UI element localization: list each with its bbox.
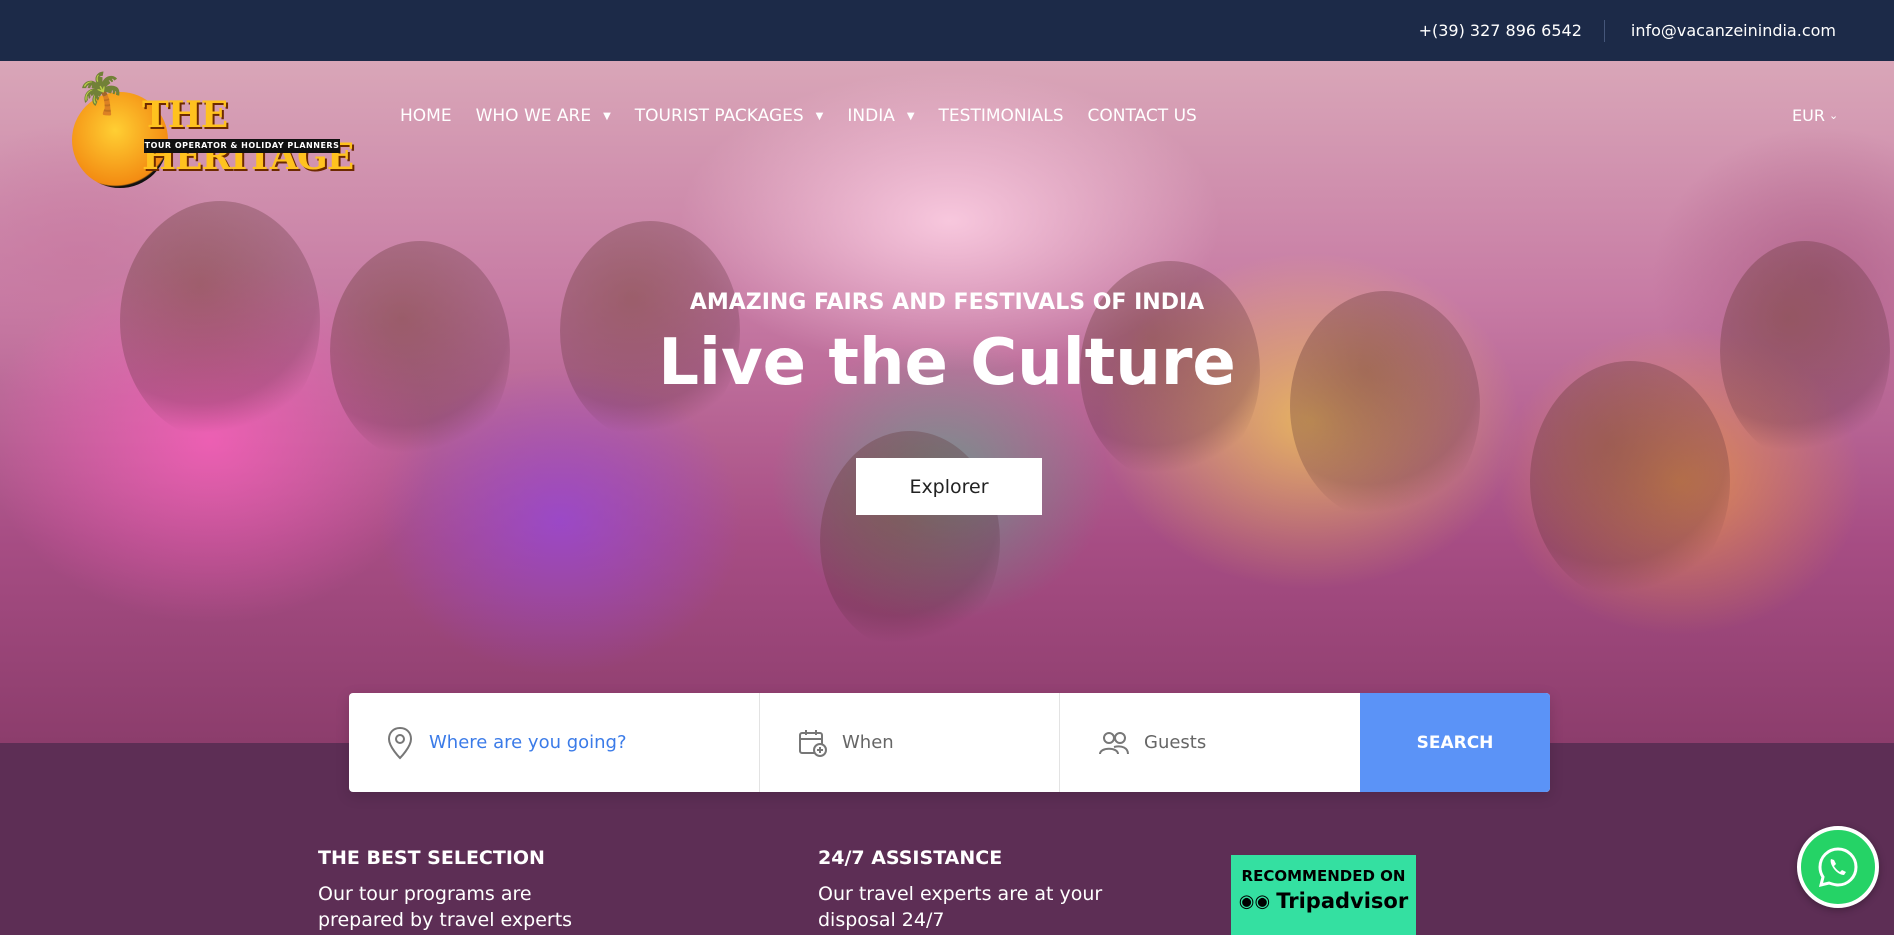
guests-field[interactable]: Guests	[1060, 693, 1360, 792]
nav-item-label: INDIA	[847, 106, 895, 126]
feature-title: 24/7 ASSISTANCE	[818, 847, 1003, 869]
logo-tagline: TOUR OPERATOR & HOLIDAY PLANNERS	[144, 139, 340, 153]
nav-item-home[interactable]: HOME	[400, 106, 452, 126]
currency-selector[interactable]: EUR ⌄	[1792, 106, 1838, 125]
feature-assistance: 24/7 ASSISTANCE Our travel experts are a…	[818, 847, 1108, 933]
tripadvisor-name: Tripadvisor	[1276, 889, 1409, 913]
main-nav: HOME WHO WE ARE ▼ TOURIST PACKAGES ▼ IND…	[400, 106, 1221, 126]
feature-text: Our tour programs are prepared by travel…	[318, 883, 573, 931]
destination-field[interactable]	[349, 693, 760, 792]
caret-down-icon: ▼	[815, 110, 824, 122]
top-bar: +(39) 327 896 6542 info@vacanzeinindia.c…	[0, 0, 1894, 61]
hero-headline: Live the Culture	[658, 326, 1236, 400]
palm-tree-icon: 🌴	[76, 71, 126, 117]
hero-kicker: AMAZING FAIRS AND FESTIVALS OF INDIA	[689, 290, 1205, 315]
nav-item-label: TOURIST PACKAGES	[634, 106, 804, 126]
users-icon	[1099, 731, 1129, 754]
map-pin-icon	[387, 726, 413, 759]
feature-text: Our travel experts are at your disposal …	[818, 883, 1103, 931]
tripadvisor-owl-icon: ◉◉	[1238, 890, 1271, 912]
explore-button[interactable]: Explorer	[856, 458, 1042, 515]
destination-input[interactable]	[427, 731, 731, 754]
divider	[1603, 19, 1605, 42]
phone-link[interactable]: +(39) 327 896 6542	[1419, 21, 1582, 40]
feature-title: THE BEST SELECTION	[318, 847, 545, 869]
nav-item-who-we-are[interactable]: WHO WE ARE ▼	[476, 106, 611, 126]
nav-item-tourist-packages[interactable]: TOURIST PACKAGES ▼	[635, 106, 824, 126]
date-label: When	[842, 732, 894, 753]
tripadvisor-recommended: RECOMMENDED ON	[1241, 867, 1406, 885]
search-button[interactable]: SEARCH	[1360, 693, 1550, 792]
nav-item-label: TESTIMONIALS	[938, 106, 1064, 126]
chevron-down-icon: ⌄	[1828, 109, 1839, 122]
site-logo[interactable]: 🌴 THE HERITAGE TOUR OPERATOR & HOLIDAY P…	[70, 66, 354, 188]
whatsapp-button[interactable]	[1797, 826, 1879, 908]
whatsapp-icon	[1818, 847, 1858, 888]
calendar-add-icon	[799, 729, 827, 757]
caret-down-icon: ▼	[603, 110, 611, 122]
date-field[interactable]: When	[760, 693, 1060, 792]
caret-down-icon: ▼	[906, 110, 915, 122]
search-bar: When Guests SEARCH	[349, 693, 1550, 792]
tripadvisor-brand: ◉◉ Tripadvisor	[1231, 889, 1416, 913]
tripadvisor-badge[interactable]: RECOMMENDED ON ◉◉ Tripadvisor	[1231, 855, 1416, 935]
email-link[interactable]: info@vacanzeinindia.com	[1631, 21, 1836, 40]
logo-text: THE HERITAGE	[142, 94, 354, 178]
nav-item-testimonials[interactable]: TESTIMONIALS	[939, 106, 1064, 126]
currency-label: EUR	[1792, 106, 1825, 125]
feature-best-selection: THE BEST SELECTION Our tour programs are…	[318, 847, 608, 933]
nav-item-india[interactable]: INDIA ▼	[847, 106, 914, 126]
nav-item-contact-us[interactable]: CONTACT US	[1088, 106, 1197, 126]
guests-label: Guests	[1144, 732, 1207, 753]
nav-item-label: CONTACT US	[1087, 106, 1197, 126]
hero-photo-figure	[120, 201, 320, 441]
nav-item-label: WHO WE ARE	[475, 106, 592, 126]
nav-item-label: HOME	[400, 106, 452, 126]
